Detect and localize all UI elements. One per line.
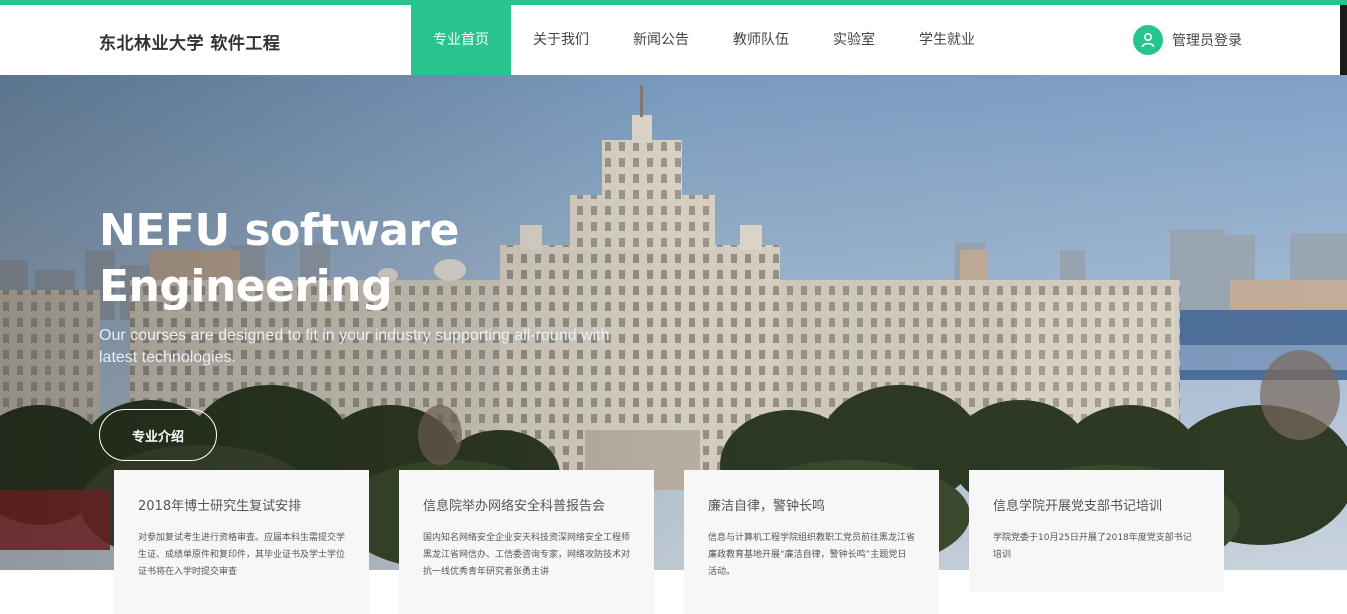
news-card-summary: 学院党委于10月25日开展了2018年度党支部书记培训 — [993, 533, 1192, 560]
admin-login-label: 管理员登录 — [1172, 33, 1242, 49]
nav-about[interactable]: 关于我们 — [511, 5, 611, 75]
user-icon — [1133, 25, 1163, 55]
news-card-summary: 信息与计算机工程学院组织教职工党员前往黑龙江省廉政教育基地开展“廉洁自律，警钟长… — [708, 533, 916, 577]
nav-home[interactable]: 专业首页 — [411, 5, 511, 75]
news-card-summary: 对参加复试考生进行资格审查。应届本科生需提交学生证、成绩单原件和复印件，其毕业证… — [138, 533, 346, 577]
news-card-4[interactable]: 信息学院开展党支部书记培训 学院党委于10月25日开展了2018年度党支部书记培… — [969, 470, 1224, 592]
news-card-title: 信息学院开展党支部书记培训 — [993, 499, 1163, 514]
window-edge — [1340, 5, 1347, 80]
news-card-title: 廉洁自律，警钟长鸣 — [708, 499, 826, 514]
major-intro-button[interactable]: 专业介绍 — [99, 409, 217, 461]
nav-news[interactable]: 新闻公告 — [611, 5, 711, 75]
news-card-summary: 国内知名网络安全企业安天科技资深网络安全工程师黑龙江省网信办、工信委咨询专家，网… — [423, 533, 631, 577]
hero-title-line-2: Engineering — [99, 261, 393, 312]
news-card-2[interactable]: 信息院举办网络安全科普报告会 国内知名网络安全企业安天科技资深网络安全工程师黑龙… — [399, 470, 654, 614]
news-card-3[interactable]: 廉洁自律，警钟长鸣 信息与计算机工程学院组织教职工党员前往黑龙江省廉政教育基地开… — [684, 470, 939, 614]
site-brand[interactable]: 东北林业大学 软件工程 — [99, 29, 280, 54]
nav-employment[interactable]: 学生就业 — [897, 5, 997, 75]
hero-title-line-1: NEFU software — [99, 205, 459, 256]
main-nav: 专业首页 关于我们 新闻公告 教师队伍 实验室 学生就业 — [411, 5, 997, 75]
news-card-title: 信息院举办网络安全科普报告会 — [423, 499, 606, 514]
hero-description: Our courses are designed to fit in your … — [99, 327, 610, 366]
nav-teachers[interactable]: 教师队伍 — [711, 5, 811, 75]
admin-login-button[interactable]: 管理员登录 — [1133, 25, 1242, 55]
news-card-title: 2018年博士研究生复试安排 — [138, 499, 302, 514]
news-card-1[interactable]: 2018年博士研究生复试安排 对参加复试考生进行资格审查。应届本科生需提交学生证… — [114, 470, 369, 614]
navbar: 东北林业大学 软件工程 专业首页 关于我们 新闻公告 教师队伍 实验室 学生就业… — [0, 5, 1340, 75]
nav-labs[interactable]: 实验室 — [811, 5, 897, 75]
hero-title: NEFU software Engineering — [99, 203, 599, 315]
